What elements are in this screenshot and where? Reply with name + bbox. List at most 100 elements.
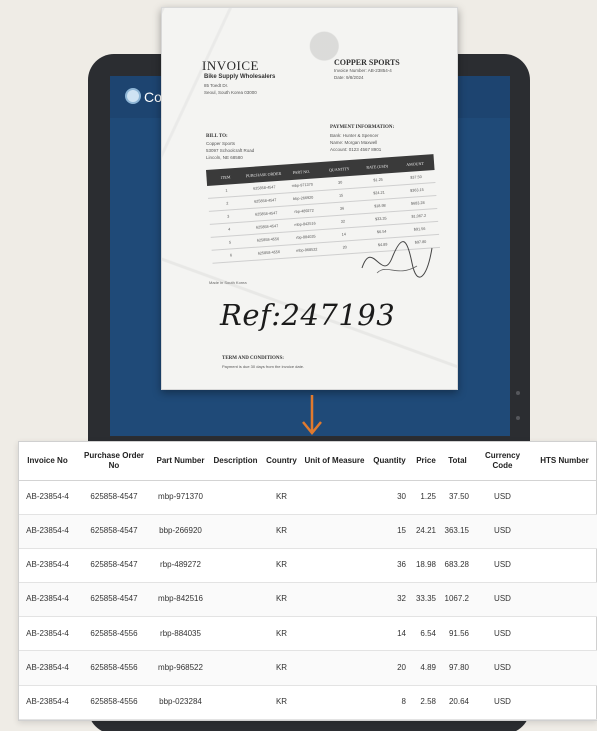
cell-invoice-no[interactable]: AB-23854-4: [19, 480, 76, 515]
cell-price[interactable]: 24.21: [411, 514, 441, 549]
invoice-line-cell: $363.15: [409, 187, 424, 193]
cell-quantity[interactable]: 14: [368, 616, 411, 652]
cell-unit-of-measure[interactable]: [301, 685, 368, 720]
cell-currency-code[interactable]: USD: [474, 650, 531, 686]
cell-hts-number[interactable]: [531, 616, 597, 652]
cell-purchase-order-no[interactable]: 625858-4556: [76, 650, 152, 686]
table-row[interactable]: AB-23854-4 625858-4547 mbp-971370 KR 30 1.25 3…: [19, 480, 597, 515]
column-header-currency-code[interactable]: Currency Code: [474, 442, 531, 481]
cell-part-number[interactable]: rbp-489272: [152, 548, 209, 584]
cell-country[interactable]: KR: [262, 650, 301, 686]
cell-country[interactable]: KR: [262, 480, 301, 515]
cell-total[interactable]: 20.64: [441, 685, 474, 720]
cell-unit-of-measure[interactable]: [301, 480, 368, 515]
cell-unit-of-measure[interactable]: [301, 582, 368, 618]
cell-hts-number[interactable]: [531, 582, 597, 618]
cell-country[interactable]: KR: [262, 548, 301, 584]
cell-currency-code[interactable]: USD: [474, 548, 531, 584]
cell-part-number[interactable]: mbp-968522: [152, 650, 209, 686]
table-row[interactable]: AB-23854-4 625858-4556 bbp-023284 KR 8 2.58 20…: [19, 685, 597, 720]
cell-quantity[interactable]: 15: [368, 514, 411, 549]
column-header-total[interactable]: Total: [441, 442, 474, 481]
cell-part-number[interactable]: bbp-266920: [152, 514, 209, 549]
cell-unit-of-measure[interactable]: [301, 514, 368, 549]
cell-invoice-no[interactable]: AB-23854-4: [19, 685, 76, 720]
cell-currency-code[interactable]: USD: [474, 685, 531, 720]
invoice-line-cell: 4: [228, 227, 231, 232]
cell-part-number[interactable]: rbp-884035: [152, 616, 209, 652]
column-header-hts-number[interactable]: HTS Number: [531, 442, 597, 481]
cell-unit-of-measure[interactable]: [301, 548, 368, 584]
cell-description[interactable]: [209, 616, 262, 652]
cell-total[interactable]: 97.80: [441, 650, 474, 686]
cell-part-number[interactable]: mbp-971370: [152, 480, 209, 515]
cell-purchase-order-no[interactable]: 625858-4556: [76, 685, 152, 720]
cell-currency-code[interactable]: USD: [474, 616, 531, 652]
cell-description[interactable]: [209, 582, 262, 618]
table-row[interactable]: AB-23854-4 625858-4556 mbp-968522 KR 20 4.89 9…: [19, 650, 597, 686]
cell-description[interactable]: [209, 514, 262, 549]
cell-hts-number[interactable]: [531, 514, 597, 549]
cell-invoice-no[interactable]: AB-23854-4: [19, 616, 76, 652]
table-row[interactable]: AB-23854-4 625858-4547 mbp-842516 KR 32 33.35…: [19, 582, 597, 618]
cell-price[interactable]: 1.25: [411, 480, 441, 515]
cell-country[interactable]: KR: [262, 514, 301, 549]
cell-country[interactable]: KR: [262, 582, 301, 618]
cell-price[interactable]: 33.35: [411, 582, 441, 618]
cell-invoice-no[interactable]: AB-23854-4: [19, 582, 76, 618]
cell-purchase-order-no[interactable]: 625858-4547: [76, 514, 152, 549]
table-row[interactable]: AB-23854-4 625858-4556 rbp-884035 KR 14 6.54 9…: [19, 616, 597, 652]
cell-currency-code[interactable]: USD: [474, 582, 531, 618]
cell-total[interactable]: 363.15: [441, 514, 474, 549]
cell-currency-code[interactable]: USD: [474, 480, 531, 515]
column-header-unit-of-measure[interactable]: Unit of Measure: [301, 442, 368, 481]
bill-to-line: Lincoln, NE 68580: [206, 155, 243, 160]
cell-unit-of-measure[interactable]: [301, 616, 368, 652]
cell-purchase-order-no[interactable]: 625858-4547: [76, 582, 152, 618]
cell-price[interactable]: 4.89: [411, 650, 441, 686]
cell-total[interactable]: 683.28: [441, 548, 474, 584]
cell-unit-of-measure[interactable]: [301, 650, 368, 686]
cell-quantity[interactable]: 36: [368, 548, 411, 584]
table-row[interactable]: AB-23854-4 625858-4547 bbp-266920 KR 15 24.21…: [19, 514, 597, 549]
cell-part-number[interactable]: bbp-023284: [152, 685, 209, 720]
cell-invoice-no[interactable]: AB-23854-4: [19, 514, 76, 549]
column-header-quantity[interactable]: Quantity: [368, 442, 411, 481]
cell-invoice-no[interactable]: AB-23854-4: [19, 650, 76, 686]
cell-description[interactable]: [209, 685, 262, 720]
cell-purchase-order-no[interactable]: 625858-4556: [76, 616, 152, 652]
cell-quantity[interactable]: 8: [368, 685, 411, 720]
column-header-description[interactable]: Description: [209, 442, 262, 481]
cell-quantity[interactable]: 30: [368, 480, 411, 515]
cell-total[interactable]: 91.56: [441, 616, 474, 652]
cell-price[interactable]: 2.58: [411, 685, 441, 720]
column-header-part-number[interactable]: Part Number: [152, 442, 209, 481]
column-header-invoice-no[interactable]: Invoice No: [19, 442, 76, 481]
cell-hts-number[interactable]: [531, 685, 597, 720]
cell-part-number[interactable]: mbp-842516: [152, 582, 209, 618]
cell-hts-number[interactable]: [531, 650, 597, 686]
cell-description[interactable]: [209, 650, 262, 686]
cell-description[interactable]: [209, 548, 262, 584]
cell-description[interactable]: [209, 480, 262, 515]
cell-purchase-order-no[interactable]: 625858-4547: [76, 548, 152, 584]
cell-quantity[interactable]: 20: [368, 650, 411, 686]
cell-hts-number[interactable]: [531, 548, 597, 584]
column-header-country[interactable]: Country: [262, 442, 301, 481]
cell-total[interactable]: 37.50: [441, 480, 474, 515]
cell-currency-code[interactable]: USD: [474, 514, 531, 549]
column-header-purchase-order-no[interactable]: Purchase Order No: [76, 442, 152, 481]
cell-purchase-order-no[interactable]: 625858-4547: [76, 480, 152, 515]
cell-country[interactable]: KR: [262, 685, 301, 720]
cell-total[interactable]: 1067.2: [441, 582, 474, 618]
cell-price[interactable]: 6.54: [411, 616, 441, 652]
invoice-line-cell: mbp-971370: [291, 182, 314, 189]
cell-invoice-no[interactable]: AB-23854-4: [19, 548, 76, 584]
cell-quantity[interactable]: 32: [368, 582, 411, 618]
invoice-line-cell: $683.28: [410, 200, 425, 206]
cell-country[interactable]: KR: [262, 616, 301, 652]
table-row[interactable]: AB-23854-4 625858-4547 rbp-489272 KR 36 18.98…: [19, 548, 597, 584]
cell-price[interactable]: 18.98: [411, 548, 441, 584]
column-header-price[interactable]: Price: [411, 442, 441, 481]
cell-hts-number[interactable]: [531, 480, 597, 515]
